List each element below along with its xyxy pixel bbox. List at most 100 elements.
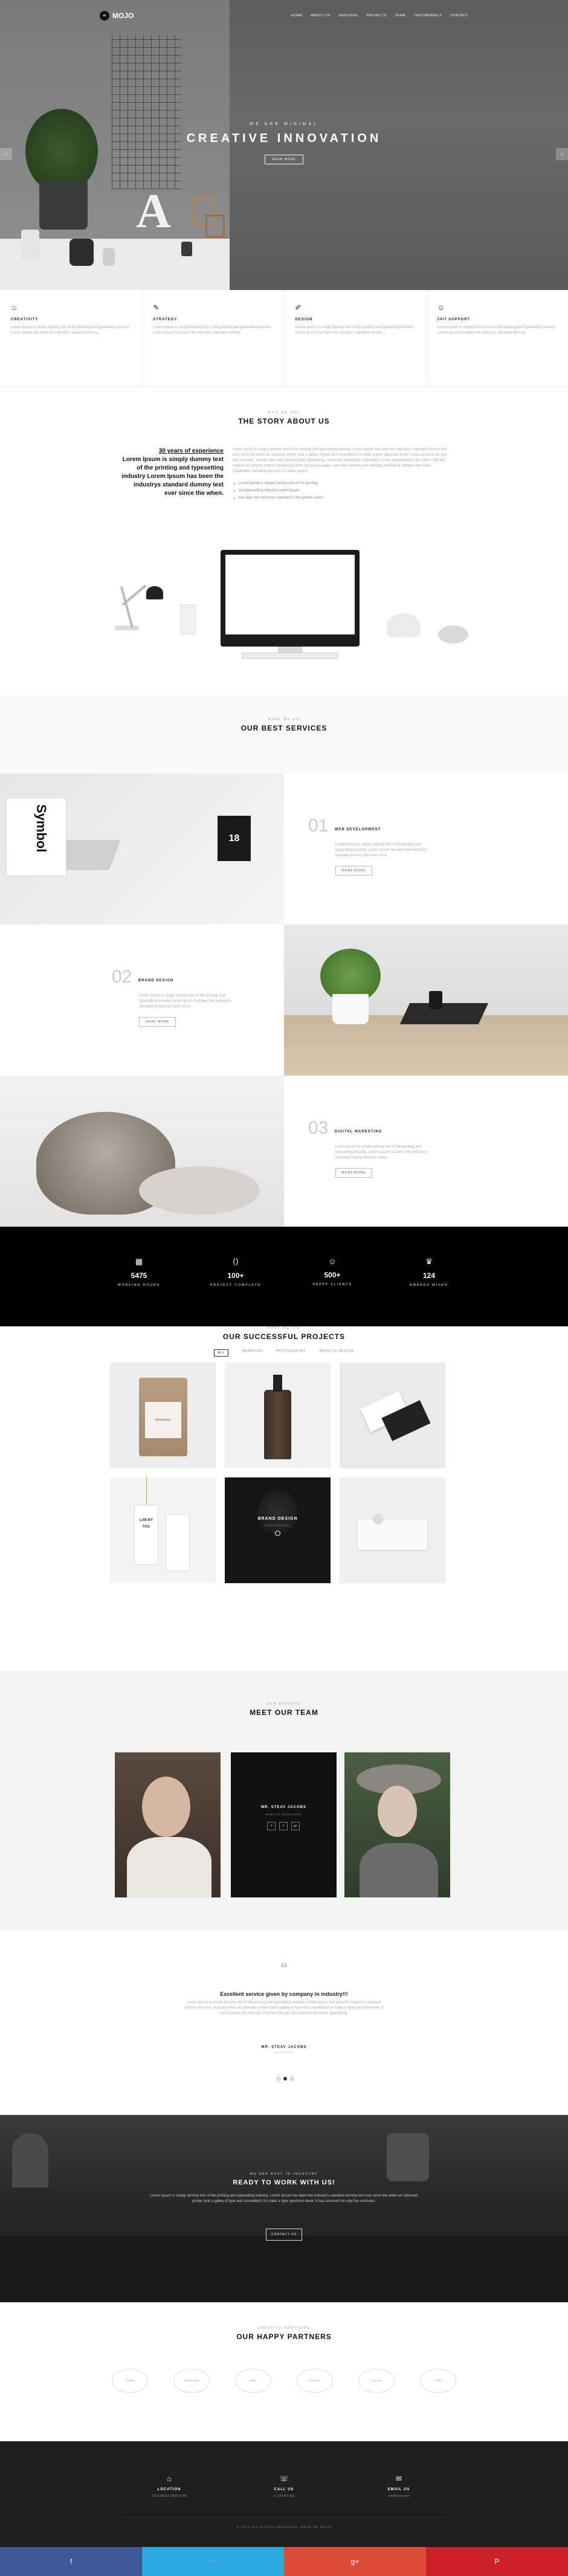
googleplus-icon: g+	[350, 2557, 360, 2566]
mail-icon: ✉	[395, 2474, 402, 2483]
slider-prev-arrow-icon[interactable]: ‹	[0, 148, 12, 160]
member-body-shape	[127, 1837, 211, 1897]
partner-logo[interactable]: Coffee	[420, 2369, 456, 2393]
facebook-icon[interactable]: f	[267, 1822, 276, 1830]
partner-logo[interactable]: Handcrafted	[173, 2369, 210, 2393]
partners-label: CREATIVE PARTNERS	[257, 2326, 311, 2330]
projects-title: OUR SUCCESSFUL PROJECTS	[222, 1332, 346, 1341]
logo-mark: m	[100, 11, 109, 21]
pinterest-icon: P	[494, 2557, 500, 2566]
nav-projects[interactable]: PROJECTS	[366, 14, 386, 18]
desk-kettle-image	[387, 613, 421, 638]
desk-pencil-cup-image	[180, 604, 196, 634]
share-twitter-button[interactable]: 🐦	[142, 2547, 284, 2576]
brand-link-icon[interactable]	[275, 1531, 280, 1536]
partner-logo[interactable]: Unicorn	[358, 2369, 395, 2393]
filter-photography[interactable]: PHOTOGRAPHY	[276, 1349, 306, 1357]
footer-call: ☏ CALL US +1 234 567 890	[236, 2474, 332, 2498]
project-tile-tags[interactable]: LAB BY TAG	[110, 1477, 216, 1583]
notebook-shape	[399, 1003, 489, 1024]
projects-section: WHAT WE DID OUR SUCCESSFUL PROJECTS ALL …	[0, 1326, 568, 1671]
story-title: THE STORY ABOUT US	[238, 417, 330, 425]
cat-body-shape	[139, 1166, 260, 1215]
service-title: DIGITAL MARKETING	[334, 1130, 382, 1134]
top-navigation: m MOJO HOME ABOUT US SERVICES PROJECTS T…	[100, 11, 468, 21]
filter-website-design[interactable]: WEBSITE DESIGN	[320, 1349, 354, 1357]
story-label: WHO WE ARE	[268, 411, 300, 415]
filter-branding[interactable]: BRANDING	[242, 1349, 262, 1357]
nav-about-us[interactable]: ABOUT US	[311, 14, 331, 18]
stat-value: 500+	[324, 1271, 341, 1279]
pagination-dot-active[interactable]	[283, 2077, 287, 2080]
hero-vase-2	[69, 239, 94, 266]
tag-string	[146, 1477, 147, 1505]
twitter-icon: 🐦	[208, 2557, 218, 2566]
contact-us-button[interactable]: CONTACT US	[266, 2229, 302, 2241]
feature-text: Lorem Ipsum is simply dummy text of the …	[153, 326, 271, 335]
story-lead-years: 30 years of experience	[158, 448, 224, 454]
slider-next-arrow-icon[interactable]: ›	[556, 148, 568, 160]
hero-letter-a: A	[136, 185, 171, 238]
footer-heading: EMAIL US	[387, 2488, 410, 2491]
share-googleplus-button[interactable]: g+	[284, 2547, 426, 2576]
service-read-more-button[interactable]: READ MORE	[335, 866, 373, 876]
support-icon: ☺	[437, 303, 445, 312]
project-tile-coffee[interactable]: Parisienne	[110, 1363, 216, 1468]
story-body: Lorem Ipsum is simply dummy text of the …	[233, 447, 450, 503]
team-member-photo[interactable]	[344, 1752, 450, 1897]
member-face-shape	[142, 1777, 190, 1837]
hero-cup	[181, 242, 192, 256]
lightbulb-icon: ♨	[11, 303, 18, 312]
hero-read-more-button[interactable]: READ MORE	[265, 155, 303, 164]
stat-label: WORKING HOURS	[118, 1283, 160, 1287]
desk-headphones-image	[438, 625, 468, 644]
projects-grid: Parisienne LAB BY TAG BRAND DESIGN PHOTO…	[110, 1363, 454, 1583]
team-member-photo[interactable]	[115, 1752, 221, 1897]
share-bar: f 🐦 g+ P	[0, 2547, 568, 2576]
project-tile-brand-design[interactable]: BRAND DESIGN PHOTOGRAPHY	[225, 1477, 331, 1583]
googleplus-icon[interactable]: g+	[291, 1822, 300, 1830]
footer-value[interactable]: +1 234 567 890	[236, 2494, 332, 2498]
services-title: OUR BEST SERVICES	[240, 724, 328, 732]
hero-title: CREATIVE INNOVATION	[186, 132, 382, 145]
partner-logo[interactable]: Retro	[235, 2369, 271, 2393]
hang-tag-1: LAB BY TAG	[134, 1505, 158, 1565]
brand-logo[interactable]: m MOJO	[100, 11, 134, 21]
partner-logo[interactable]: Vintage	[112, 2369, 148, 2393]
service-title: BRAND DESIGN	[138, 979, 174, 983]
footer-value[interactable]: info@mojo.com	[350, 2494, 447, 2498]
nav-team[interactable]: TEAM	[395, 14, 405, 18]
phone-icon: ☏	[279, 2474, 289, 2483]
twitter-icon[interactable]: t	[279, 1822, 288, 1830]
service-read-more-button[interactable]: READ MORE	[335, 1168, 373, 1178]
project-tile-cards[interactable]	[340, 1363, 445, 1468]
coffee-bag: Parisienne	[139, 1378, 187, 1456]
pagination-dot[interactable]	[290, 2077, 294, 2080]
nav-home[interactable]: HOME	[291, 14, 303, 18]
nav-contact[interactable]: CONTACT	[450, 14, 468, 18]
feature-text: Lorem Ipsum is simply dummy text of the …	[295, 326, 413, 335]
filter-all[interactable]: ALL	[214, 1349, 229, 1357]
story-bullet: has been the industry's standard in the …	[233, 496, 450, 500]
service-read-more-button[interactable]: READ MORE	[139, 1017, 176, 1027]
pagination-dot[interactable]	[277, 2077, 280, 2080]
feature-title: DESIGN	[295, 318, 313, 321]
share-pinterest-button[interactable]: P	[426, 2547, 568, 2576]
testimonial-section: ❝ Excellent service given by company in …	[0, 1931, 568, 2115]
share-facebook-button[interactable]: f	[0, 2547, 142, 2576]
service-web-development: 01 WEB DEVELOPMENT Lorem Ipsum is simply…	[284, 773, 568, 925]
nav-services[interactable]: SERVICES	[339, 14, 358, 18]
member-body-shape	[360, 1843, 438, 1897]
team-label: OUR EXPERTS	[266, 1702, 302, 1706]
project-tile-stationery[interactable]	[340, 1477, 445, 1583]
footer-email: ✉ EMAIL US info@mojo.com	[350, 2474, 447, 2498]
feature-title: CREATIVITY	[11, 318, 39, 321]
project-tile-bottle[interactable]	[225, 1363, 331, 1468]
brand-design-title: BRAND DESIGN	[257, 1517, 298, 1521]
nav-testimonials[interactable]: TESTIMONIALS	[414, 14, 442, 18]
story-lead: 30 years of experience Lorem Ipsum is si…	[121, 447, 224, 498]
partner-logo[interactable]: Mountain	[297, 2369, 333, 2393]
service-number: 01	[308, 816, 329, 836]
copyright-text: © 2016 ALL RIGHTS RESERVED. MADE BY MOJO	[236, 2526, 332, 2529]
team-member-card[interactable]: MR. STEAV JACOBS WEBSITE DEVELOPER f t g…	[231, 1752, 337, 1897]
